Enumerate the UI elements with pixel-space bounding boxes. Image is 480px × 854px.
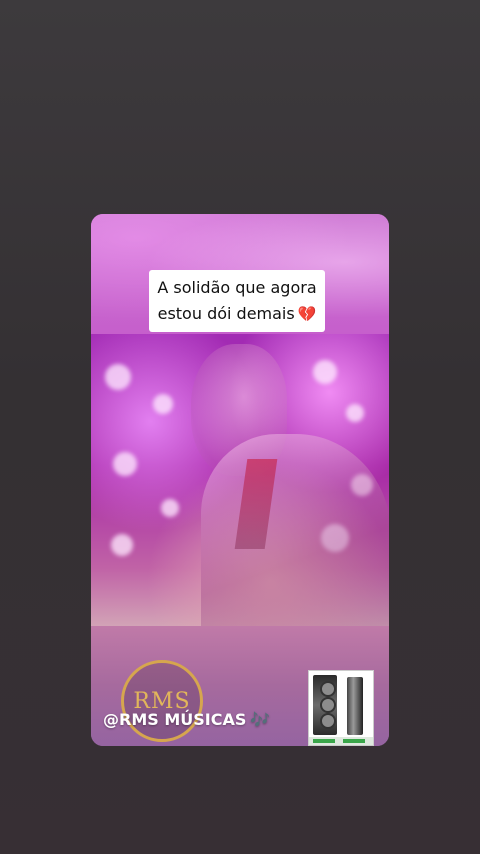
broken-heart-icon: 💔 [297,305,317,323]
bokeh-light [111,534,133,556]
thumbnail-tag [313,739,335,743]
thumbnail-circle [320,713,336,729]
bokeh-light [153,394,173,414]
thumbnail-circle [320,681,336,697]
bokeh-light [161,499,179,517]
rms-logo[interactable]: RMS [121,660,203,742]
bokeh-light [313,360,337,384]
caption-sticker[interactable]: A solidão que agora estou dói demais 💔 [149,270,325,332]
thumbnail-photo-strip [313,675,337,735]
product-thumbnail[interactable] [308,670,374,746]
account-handle[interactable]: @RMS MÚSICAS 🎶 [103,710,270,729]
bokeh-light [346,404,364,422]
caption-line-2: estou dói demais [157,304,295,323]
handle-text: @RMS MÚSICAS [103,710,247,729]
thumbnail-circle [320,697,336,713]
singer-body [201,434,389,626]
story-bottom-band: RMS @RMS MÚSICAS 🎶 [91,626,389,746]
bokeh-light [105,364,131,390]
caption-line-2-wrap: estou dói demais 💔 [158,301,317,327]
thumbnail-tag [343,739,365,743]
music-notes-icon: 🎶 [250,710,271,729]
thumbnail-footer [309,737,373,745]
caption-line-1: A solidão que agora [157,278,317,297]
bokeh-light [113,452,137,476]
video-frame[interactable] [91,334,389,626]
thumbnail-product [347,677,363,735]
story-card[interactable]: A solidão que agora estou dói demais 💔 RM… [91,214,389,746]
